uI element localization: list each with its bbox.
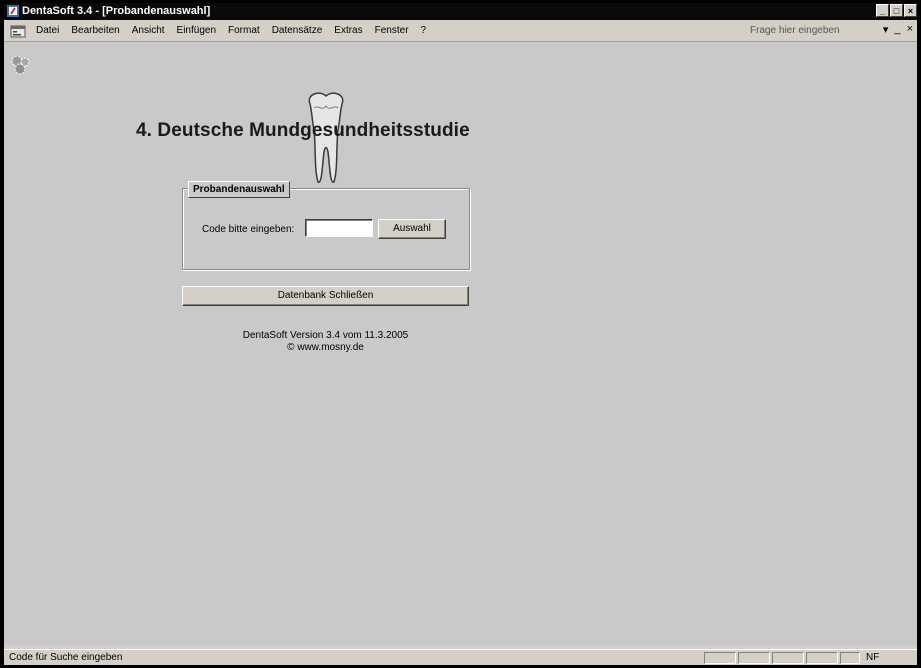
doc-close-button[interactable]: × — [907, 23, 913, 36]
window-title: DentaSoft 3.4 - [Probandenauswahl] — [22, 5, 211, 17]
menu-help[interactable]: ? — [415, 21, 433, 41]
version-line: DentaSoft Version 3.4 vom 11.3.2005 — [242, 330, 409, 341]
maximize-button[interactable]: □ — [890, 4, 903, 17]
status-indicator-nf: NF — [866, 652, 880, 663]
status-bar: Code für Suche eingeben NF — [4, 649, 917, 665]
menu-fenster[interactable]: Fenster — [369, 21, 415, 41]
code-input[interactable] — [305, 219, 373, 237]
form-area: 4. Deutsche Mundgesundheitsstudie Proban… — [4, 42, 917, 646]
menu-einfuegen[interactable]: Einfügen — [171, 21, 222, 41]
menu-datei[interactable]: Datei — [30, 21, 65, 41]
window-controls: _ □ × — [876, 4, 917, 17]
app-icon — [7, 5, 19, 17]
select-button[interactable]: Auswahl — [378, 219, 446, 239]
menu-datensaetze[interactable]: Datensätze — [266, 21, 329, 41]
page-title: 4. Deutsche Mundgesundheitsstudie — [136, 120, 470, 141]
document-controls: ▾ _ × — [883, 23, 913, 36]
status-panel — [840, 652, 860, 664]
website-line: © www.mosny.de — [287, 342, 364, 353]
document-icon[interactable] — [10, 24, 26, 38]
menu-bearbeiten[interactable]: Bearbeiten — [65, 21, 125, 41]
minimize-button[interactable]: _ — [876, 4, 889, 17]
menu-format[interactable]: Format — [222, 21, 266, 41]
status-panel — [806, 652, 838, 664]
close-database-button[interactable]: Datenbank Schließen — [182, 286, 469, 306]
code-label: Code bitte eingeben: — [202, 224, 295, 235]
title-bar[interactable]: DentaSoft 3.4 - [Probandenauswahl] _ □ × — [4, 3, 917, 20]
app-window: DentaSoft 3.4 - [Probandenauswahl] _ □ ×… — [4, 3, 917, 665]
menu-extras[interactable]: Extras — [328, 21, 368, 41]
help-dropdown-arrow[interactable]: ▾ — [883, 23, 889, 36]
gear-cluster-icon — [11, 55, 30, 75]
status-panel — [738, 652, 770, 664]
frame-legend: Probandenauswahl — [188, 181, 290, 198]
menu-bar: Datei Bearbeiten Ansicht Einfügen Format… — [4, 21, 917, 42]
menu-ansicht[interactable]: Ansicht — [126, 21, 171, 41]
status-panel — [704, 652, 736, 664]
help-question-box[interactable]: Frage hier eingeben — [748, 24, 862, 38]
version-info: DentaSoft Version 3.4 vom 11.3.2005 © ww… — [182, 330, 469, 354]
status-text: Code für Suche eingeben — [9, 652, 123, 663]
close-button[interactable]: × — [904, 4, 917, 17]
status-panel — [772, 652, 804, 664]
menu-items: Datei Bearbeiten Ansicht Einfügen Format… — [30, 21, 432, 41]
doc-minimize-button[interactable]: _ — [894, 23, 900, 36]
